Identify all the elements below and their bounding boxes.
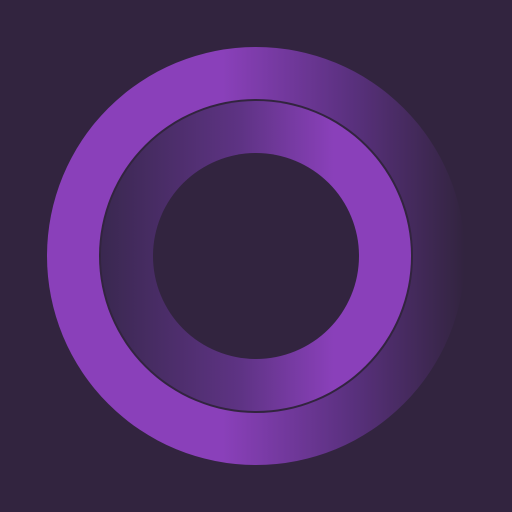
app-icon-canvas	[0, 0, 512, 512]
double-ring-logo-icon	[0, 0, 512, 512]
center-hole	[153, 153, 359, 359]
